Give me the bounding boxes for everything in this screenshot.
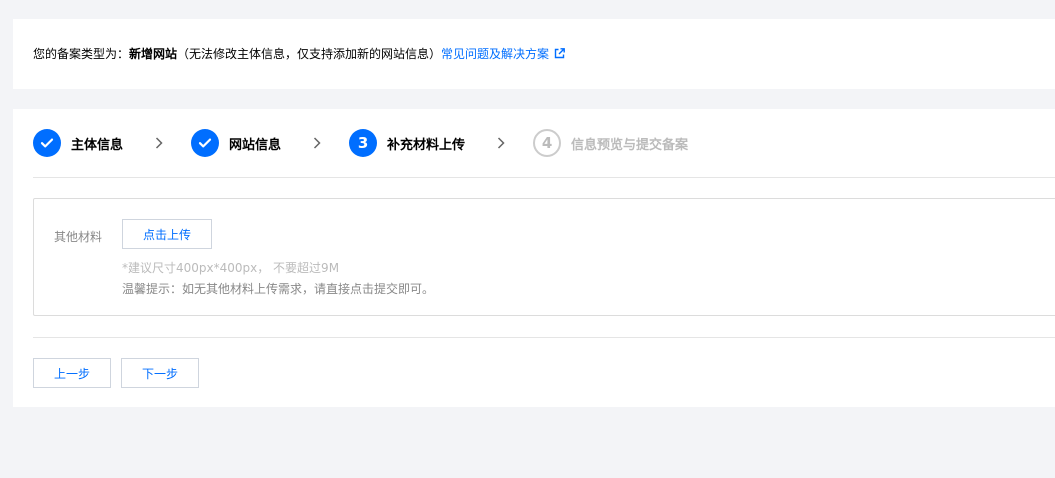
faq-link[interactable]: 常见问题及解决方案: [441, 47, 565, 61]
chevron-right-icon: [313, 137, 321, 149]
step-1-label: 主体信息: [71, 137, 124, 153]
notice-prefix: 您的备案类型为：: [33, 47, 130, 61]
check-icon: [198, 138, 212, 148]
divider: [33, 337, 1055, 338]
step-2: 网站信息: [191, 129, 281, 157]
chevron-right-icon: [155, 137, 163, 149]
step-3: 3 补充材料上传: [349, 129, 465, 157]
step-1: 主体信息: [33, 129, 123, 157]
filing-type-notice: 您的备案类型为：新增网站（无法修改主体信息，仅支持添加新的网站信息）常见问题及解…: [33, 46, 565, 63]
step-4-label: 信息预览与提交备案: [571, 137, 689, 153]
step-3-label: 补充材料上传: [387, 137, 466, 153]
notice-panel: 您的备案类型为：新增网站（无法修改主体信息，仅支持添加新的网站信息）常见问题及解…: [13, 19, 1055, 89]
upload-button[interactable]: 点击上传: [122, 219, 212, 249]
step-2-circle: [191, 129, 220, 157]
step-1-circle: [33, 129, 61, 157]
step-2-label: 网站信息: [229, 137, 282, 153]
step-indicator: 主体信息 网站信息 3 补充材料上传 4 信息预览与提交备案: [33, 129, 688, 157]
other-materials-label: 其他材料: [54, 230, 103, 244]
main-panel: 主体信息 网站信息 3 补充材料上传 4 信息预览与提交备案 其他材料 点击上传: [13, 109, 1055, 407]
divider: [33, 177, 1055, 178]
faq-link-label: 常见问题及解决方案: [441, 47, 550, 61]
upload-section: 其他材料 点击上传 *建议尺寸400px*400px， 不要超过9M 温馨提示：…: [33, 198, 1055, 316]
step-3-circle: 3: [349, 129, 378, 157]
notice-note: （无法修改主体信息，仅支持添加新的网站信息）: [177, 47, 442, 61]
external-link-icon: [554, 47, 565, 63]
check-icon: [40, 138, 54, 148]
upload-tip: 温馨提示：如无其他材料上传需求，请直接点击提交即可。: [122, 282, 435, 296]
filing-type-value: 新增网站: [129, 47, 178, 61]
size-hint: *建议尺寸400px*400px， 不要超过9M: [122, 261, 340, 275]
chevron-right-icon: [497, 137, 505, 149]
step-4-circle: 4: [533, 129, 562, 157]
next-step-button[interactable]: 下一步: [121, 358, 199, 388]
previous-step-button[interactable]: 上一步: [33, 358, 111, 388]
step-4: 4 信息预览与提交备案: [533, 129, 688, 157]
